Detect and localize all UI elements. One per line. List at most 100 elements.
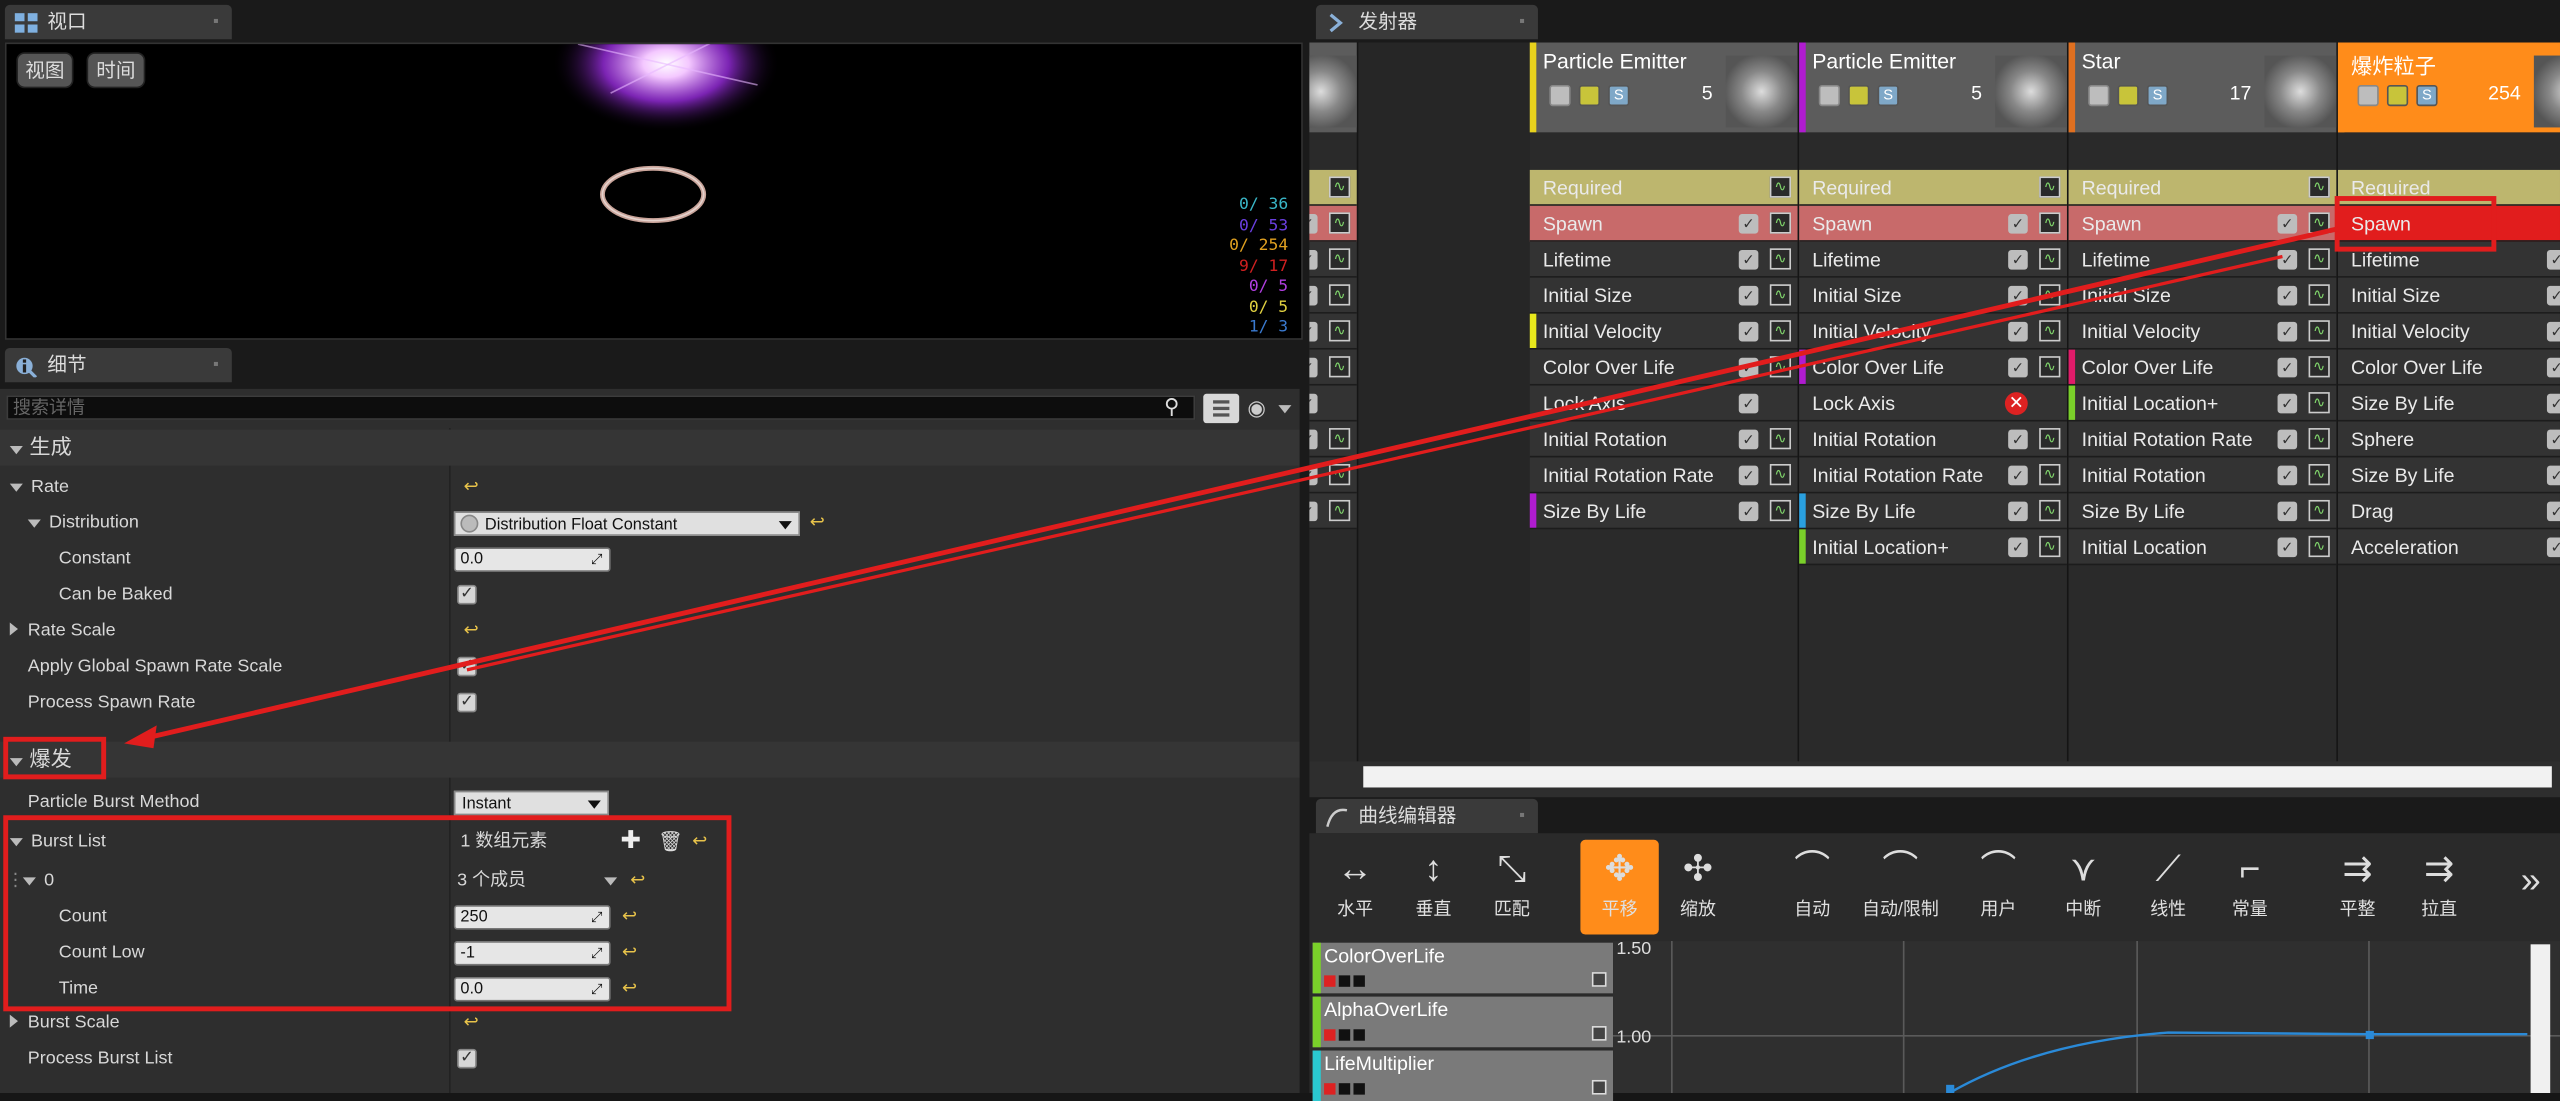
module-initial-size[interactable]: Initial Size✓∿ bbox=[2068, 277, 2337, 314]
curve-tool-button[interactable]: ✥ 平移 bbox=[1580, 839, 1659, 935]
graph-icon[interactable]: ∿ bbox=[2308, 212, 2330, 234]
module-initial-velocity[interactable]: Initial Velocity✓∿ bbox=[1799, 313, 2067, 350]
module-initial-location[interactable]: Initial Location ✓ ∿ bbox=[2068, 529, 2337, 566]
module-required[interactable]: Required∿ bbox=[2068, 169, 2337, 206]
module-enable-checkbox[interactable]: ✓ bbox=[1738, 285, 1759, 306]
can-be-baked-checkbox[interactable]: ✓ bbox=[457, 584, 477, 605]
module-enable-checkbox[interactable]: ✓ bbox=[2546, 249, 2560, 270]
category-burst[interactable]: 爆发 bbox=[0, 741, 1300, 778]
module-size-by-life[interactable]: Size By Life✓∿ bbox=[2337, 385, 2560, 422]
module-required[interactable]: Required∿ bbox=[1309, 169, 1357, 206]
module-enable-checkbox[interactable]: ✓ bbox=[1309, 429, 1318, 450]
curve-channel-toggles[interactable] bbox=[1324, 969, 1613, 992]
chevron-down-icon[interactable] bbox=[1278, 405, 1292, 414]
module-drag[interactable]: Drag✓∿ bbox=[2337, 493, 2560, 530]
module-initial-rotation[interactable]: Initial Rotation✓∿ bbox=[1529, 421, 1798, 458]
graph-icon[interactable]: ∿ bbox=[2039, 212, 2061, 234]
emitter-column[interactable]: Particle Emitter S 5 Required ∿ Spawn ✓ ∿ Lifeti… bbox=[1529, 42, 1800, 762]
graph-icon[interactable]: ∿ bbox=[2039, 176, 2061, 198]
graph-icon[interactable]: ∿ bbox=[2308, 499, 2330, 522]
module-initial-location[interactable]: Initial Location+ ✓ ∿ bbox=[1799, 529, 2067, 566]
module-enable-checkbox[interactable]: ✓ bbox=[2277, 214, 2298, 234]
module-enable-checkbox[interactable]: ✓ bbox=[2546, 537, 2560, 558]
curve-tool-button[interactable]: ⇉ 平整 bbox=[2318, 840, 2396, 935]
graph-icon[interactable]: ∿ bbox=[1328, 176, 1351, 198]
module-initial-rotation[interactable]: Initial Rotation✓∿ bbox=[1309, 421, 1357, 458]
enable-checkbox[interactable] bbox=[1549, 84, 1571, 107]
search-details-input[interactable]: 搜索详情 bbox=[6, 395, 1196, 420]
tab-emitters[interactable]: 发射器 ▪ bbox=[1315, 4, 1538, 40]
curve-tool-button[interactable]: ⌒ 用户 bbox=[1959, 840, 2037, 935]
module-enable-checkbox[interactable]: ✓ bbox=[2546, 429, 2560, 450]
module-initial-size[interactable]: Initial Size✓∿ bbox=[1799, 277, 2067, 314]
module-initial-velocity[interactable]: Initial Velocity✓∿ bbox=[2337, 313, 2560, 350]
module-lifetime[interactable]: Lifetime ✓ ∿ bbox=[1529, 241, 1798, 278]
module-enable-checkbox[interactable]: ✓ bbox=[2277, 501, 2298, 522]
process-spawn-rate-checkbox[interactable]: ✓ bbox=[457, 692, 477, 713]
module-enable-checkbox[interactable]: ✓ bbox=[2008, 501, 2028, 522]
graph-icon[interactable]: ∿ bbox=[1769, 428, 1792, 450]
tab-curve-editor[interactable]: 曲线编辑器 ▪ bbox=[1315, 798, 1538, 834]
graph-icon[interactable]: ∿ bbox=[2039, 248, 2061, 270]
emitter-header[interactable]: Particle Emitter S 5 bbox=[1529, 42, 1798, 133]
module-enable-checkbox[interactable]: ✓ bbox=[2546, 465, 2560, 486]
module-enable-checkbox[interactable]: ✓ bbox=[1738, 249, 1759, 270]
module-enable-checkbox[interactable]: ✓ bbox=[1309, 249, 1318, 270]
curve-channel-toggles[interactable] bbox=[1324, 1077, 1613, 1100]
expand-icon[interactable]: ⤢ bbox=[588, 551, 606, 569]
module-enable-checkbox[interactable]: ✓ bbox=[1309, 285, 1318, 306]
emitter-header[interactable]: Star S 17 bbox=[2068, 42, 2337, 133]
solo-icon[interactable] bbox=[2386, 84, 2409, 107]
curve-track[interactable]: AlphaOverLife bbox=[1312, 996, 1614, 1048]
module-color-over-life[interactable]: Color Over Life ✓ ∿ bbox=[1799, 349, 2067, 386]
graph-icon[interactable]: ∿ bbox=[1328, 463, 1351, 486]
graph-icon[interactable]: ∿ bbox=[1328, 212, 1351, 234]
reset-icon[interactable]: ↩ bbox=[810, 505, 825, 541]
graph-icon[interactable]: ∿ bbox=[2308, 320, 2330, 342]
lod-icon[interactable]: S bbox=[2416, 84, 2438, 107]
graph-icon[interactable]: ∿ bbox=[1769, 176, 1792, 198]
module-enable-checkbox[interactable]: ✓ bbox=[2546, 285, 2560, 306]
module-spawn[interactable]: Spawn✓∿ bbox=[1799, 205, 2067, 242]
module-enable-checkbox[interactable]: ✓ bbox=[2277, 285, 2298, 306]
graph-icon[interactable]: ∿ bbox=[1769, 320, 1792, 342]
module-initial-size[interactable]: Initial Size✓∿ bbox=[2337, 277, 2560, 314]
module-enable-checkbox[interactable]: ✓ bbox=[2008, 321, 2028, 342]
graph-icon[interactable]: ∿ bbox=[2308, 176, 2330, 198]
enable-checkbox[interactable] bbox=[1818, 84, 1840, 107]
module-enable-checkbox[interactable]: ✓ bbox=[2546, 357, 2560, 378]
emitter-column[interactable]: Particle Emitter S 5 Required ∿ Spawn ✓ ∿ Lifeti… bbox=[1799, 42, 2069, 762]
graph-icon[interactable]: ∿ bbox=[2039, 463, 2061, 486]
module-enable-checkbox[interactable]: ✓ bbox=[2546, 321, 2560, 342]
module-enable-checkbox[interactable]: ✓ bbox=[2008, 214, 2028, 234]
module-enable-checkbox[interactable]: ✓ bbox=[2546, 393, 2560, 414]
module-lock-axis[interactable]: Lock Axis✓ bbox=[1309, 385, 1357, 422]
graph-icon[interactable]: ∿ bbox=[2308, 535, 2330, 558]
curve-tool-button[interactable]: ⌐ 常量 bbox=[2211, 840, 2289, 935]
tab-details[interactable]: 细节 ▪ bbox=[4, 347, 232, 383]
module-enable-checkbox[interactable]: ✓ bbox=[1738, 429, 1759, 450]
graph-icon[interactable]: ∿ bbox=[2039, 499, 2061, 522]
eye-icon[interactable]: ◉ bbox=[1247, 395, 1266, 421]
close-icon[interactable]: ▪ bbox=[1519, 5, 1525, 39]
module-enable-checkbox[interactable]: ✓ bbox=[1309, 393, 1318, 414]
close-icon[interactable]: ▪ bbox=[1519, 799, 1525, 833]
module-enable-checkbox[interactable]: ✓ bbox=[2008, 465, 2028, 486]
module-lock-axis[interactable]: Lock Axis ✕ bbox=[1799, 385, 2067, 422]
module-size-by-life[interactable]: Size By Life✓∿ bbox=[2337, 457, 2560, 494]
category-spawn[interactable]: 生成 bbox=[0, 429, 1300, 466]
module-spawn[interactable]: Spawn✓∿ bbox=[1309, 205, 1357, 242]
module-enable-checkbox[interactable]: ✓ bbox=[1309, 214, 1318, 234]
reset-icon[interactable]: ↩ bbox=[464, 469, 479, 505]
tab-viewport[interactable]: 视口 ▪ bbox=[4, 4, 232, 40]
module-enable-checkbox[interactable]: ✓ bbox=[1738, 214, 1759, 234]
module-initial-rotation-rate[interactable]: Initial Rotation Rate ✓ ∿ bbox=[1799, 457, 2067, 494]
graph-icon[interactable]: ∿ bbox=[2308, 392, 2330, 414]
module-enable-checkbox[interactable]: ✓ bbox=[1738, 357, 1759, 378]
emitter-column[interactable]: Star S 17 Required ∿ Spawn ✓ ∿ Lifetime ✓ ∿ Initial… bbox=[2068, 42, 2338, 762]
graph-icon[interactable]: ∿ bbox=[1328, 284, 1351, 306]
graph-icon[interactable]: ∿ bbox=[2308, 284, 2330, 306]
module-enable-checkbox[interactable]: ✓ bbox=[2008, 285, 2028, 306]
graph-icon[interactable]: ∿ bbox=[2308, 248, 2330, 270]
graph-icon[interactable]: ∿ bbox=[1328, 428, 1351, 450]
